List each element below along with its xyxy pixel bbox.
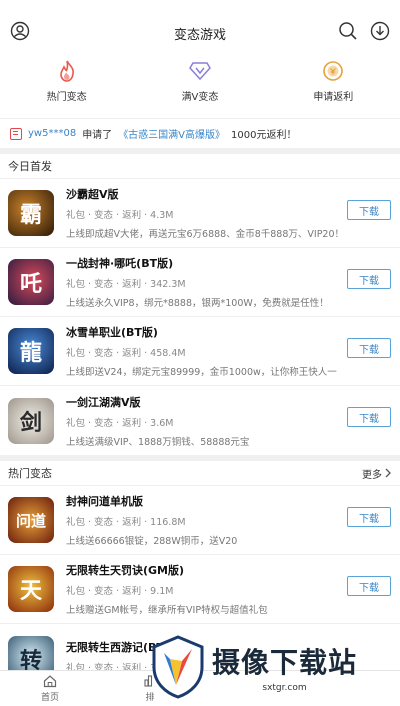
list-item[interactable]: 天 无限转生天罚诀(GM版) 礼包 · 变态 · 返利 · 9.1M 上线赠送G… — [0, 555, 400, 624]
game-meta: 礼包 · 变态 · 返利 · 9.1M — [66, 586, 174, 597]
quick-links: 热门变态 满V变态 申请返利 — [0, 60, 400, 110]
game-name: 一战封神·哪吒(BT版) — [66, 257, 174, 270]
download-icon[interactable] — [370, 21, 390, 41]
user-icon[interactable] — [10, 21, 30, 41]
more-link[interactable]: 更多 — [362, 466, 392, 481]
section-header-today: 今日首发 — [0, 154, 400, 179]
game-meta: 礼包 · 变态 · 返利 · 3.6M — [66, 417, 174, 429]
download-button[interactable]: 下载 — [347, 407, 391, 427]
game-desc: 上线送永久VIP8，绑元*8888，银两*100W，免费就是任性！ — [66, 298, 329, 309]
section-header-hot: 热门变态 更多 — [0, 461, 400, 486]
download-button[interactable]: 下载 — [347, 576, 391, 596]
game-thumbnail: 剑 — [8, 397, 54, 444]
quick-link-vip[interactable]: 满V变态 — [145, 60, 255, 103]
game-thumbnail: 问道 — [8, 497, 54, 543]
notice-amount: 1000元返利！ — [231, 130, 297, 141]
section-title: 今日首发 — [8, 160, 52, 173]
game-desc: 上线即送V24，绑定元宝89999，金币1000w，让你称王快人一 — [66, 367, 337, 378]
coin-icon — [322, 60, 344, 82]
download-button[interactable]: 下载 — [347, 338, 391, 358]
download-button[interactable]: 下载 — [347, 507, 391, 527]
game-meta: 礼包 · 变态 · 返利 · 116.8M — [66, 517, 186, 528]
quick-link-hot[interactable]: 热门变态 — [12, 60, 122, 103]
quick-link-label: 申请返利 — [313, 92, 354, 103]
game-thumbnail: 龍 — [8, 328, 54, 374]
home-icon — [43, 675, 57, 688]
rebate-notice[interactable]: yw5***08 申请了 《古惑三国满V高爆版》 1000元返利！ — [0, 118, 400, 148]
game-name: 无限转生天罚诀(GM版) — [66, 564, 185, 577]
notice-icon — [10, 127, 22, 140]
watermark: 摄像下载站 sxtgr.com — [150, 630, 396, 704]
tab-home[interactable]: 首页 — [10, 671, 90, 706]
game-desc: 上线送满级VIP、1888万铜钱、58888元宝 — [66, 436, 250, 448]
quick-link-rebate[interactable]: 申请返利 — [278, 60, 388, 103]
watermark-title: 摄像下载站 — [212, 646, 358, 679]
game-name: 一剑江湖满V版 — [66, 395, 141, 409]
list-item[interactable]: 龍 冰雪单职业(BT版) 礼包 · 变态 · 返利 · 458.4M 上线即送V… — [0, 317, 400, 386]
watermark-url: sxtgr.com — [262, 683, 307, 693]
game-desc: 上线送66666银锭，288W铜币，送V20 — [66, 536, 238, 547]
list-item[interactable]: 问道 封神问道单机版 礼包 · 变态 · 返利 · 116.8M 上线送6666… — [0, 486, 400, 555]
game-meta: 礼包 · 变态 · 返利 · 4.3M — [66, 210, 174, 221]
chevron-right-icon — [385, 468, 391, 478]
list-item[interactable]: 霸 沙霸超V版 礼包 · 变态 · 返利 · 4.3M 上线即成超V大佬，再送元… — [0, 179, 400, 248]
search-icon[interactable] — [338, 21, 358, 41]
game-thumbnail: 吒 — [8, 259, 54, 305]
list-item[interactable]: 剑 一剑江湖满V版 礼包 · 变态 · 返利 · 3.6M 上线送满级VIP、1… — [0, 386, 400, 455]
notice-user: yw5***08 — [28, 128, 77, 139]
notice-action: 申请了 — [82, 130, 113, 141]
download-button[interactable]: 下载 — [347, 269, 391, 289]
game-name: 沙霸超V版 — [66, 188, 119, 201]
watermark-logo-icon — [152, 635, 204, 699]
quick-link-label: 热门变态 — [46, 92, 87, 103]
flame-icon — [56, 60, 78, 82]
game-name: 冰雪单职业(BT版) — [66, 326, 158, 339]
notice-game: 《古惑三国满V高爆版》 — [118, 130, 226, 141]
top-bar: 变态游戏 — [0, 0, 400, 62]
game-meta: 礼包 · 变态 · 返利 · 458.4M — [66, 348, 186, 359]
quick-link-label: 满V变态 — [181, 92, 219, 103]
download-button[interactable]: 下载 — [347, 200, 391, 220]
game-desc: 上线即成超V大佬，再送元宝6万6888、金币8千888万、VIP20！ — [66, 229, 345, 240]
vip-diamond-icon — [189, 60, 211, 82]
list-item[interactable]: 吒 一战封神·哪吒(BT版) 礼包 · 变态 · 返利 · 342.3M 上线送… — [0, 248, 400, 317]
game-meta: 礼包 · 变态 · 返利 · 342.3M — [66, 279, 186, 290]
section-title: 热门变态 — [8, 467, 52, 480]
game-thumbnail: 天 — [8, 566, 54, 612]
game-name: 封神问道单机版 — [66, 495, 143, 508]
game-desc: 上线赠送GM帐号，继承所有VIP特权与超值礼包 — [66, 605, 268, 616]
game-thumbnail: 霸 — [8, 190, 54, 236]
tab-label: 首页 — [40, 693, 59, 703]
more-label: 更多 — [362, 469, 382, 481]
